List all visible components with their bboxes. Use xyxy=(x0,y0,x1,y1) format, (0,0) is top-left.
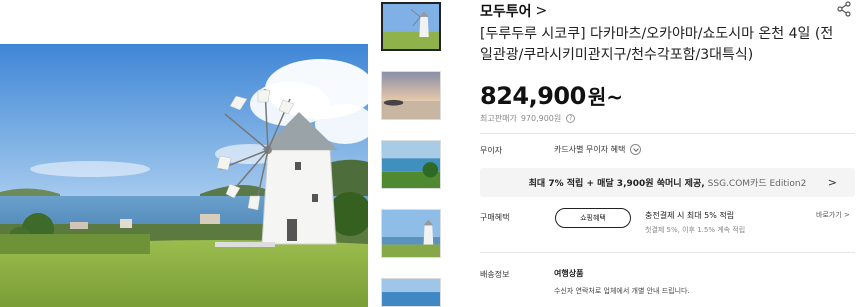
chevron-right-icon: > xyxy=(827,176,837,189)
msrp-value: 970,900원 xyxy=(520,114,562,123)
brand-link[interactable]: 모두투어 > xyxy=(480,0,547,22)
thumbnail-coast[interactable] xyxy=(381,140,441,189)
divider xyxy=(480,133,855,134)
benefit-line-2: 첫결제 5%, 이후 1.5% 계속 적립 xyxy=(645,226,746,234)
price-unit: 원~ xyxy=(587,85,623,109)
shopping-benefit-button[interactable]: 쇼핑혜택 xyxy=(555,208,631,228)
benefit-line-1: 충전결제 시 최대 5% 적립 xyxy=(645,211,735,220)
interest-benefit-text[interactable]: 카드사별 무이자 혜택 xyxy=(554,144,625,155)
interest-benefit-link[interactable]: 카드사별 무이자 혜택 xyxy=(554,144,642,155)
price-value: 824,900 xyxy=(480,82,586,110)
info-icon[interactable]: ? xyxy=(566,114,576,123)
promo-card-name: SSG.COM카드 Edition2 xyxy=(707,179,807,189)
shipping-type: 여행상품 xyxy=(554,269,584,278)
chevron-right-icon: > xyxy=(535,3,548,19)
product-main-image xyxy=(0,44,368,307)
promo-text: 최대 7% 적립 + 매달 3,900원 쑥머니 제공, xyxy=(528,179,705,189)
thumbnail-sea[interactable] xyxy=(381,278,441,307)
shipping-note: 수신자 연락처로 업체에서 개별 안내 드립니다. xyxy=(554,287,690,295)
shipping-label: 배송정보 xyxy=(480,270,510,279)
interest-label: 무이자 xyxy=(480,146,503,155)
product-title: [두루두루 시코쿠] 다카마츠/오카야마/쇼도시마 온천 4일 (전일관광/쿠라… xyxy=(480,26,834,63)
thumbnail-windmill[interactable] xyxy=(381,2,441,51)
divider xyxy=(480,252,855,253)
msrp: 최고판매가 970,900원 ? xyxy=(480,113,576,124)
brand-name[interactable]: 모두투어 xyxy=(480,1,532,21)
thumbnail-windmill-2[interactable] xyxy=(381,209,441,258)
price: 824,900 원~ xyxy=(480,81,623,110)
windmill-photo xyxy=(0,44,368,307)
thumbnail-sunset-sea[interactable] xyxy=(381,71,441,120)
share-icon[interactable] xyxy=(836,1,852,17)
view-more-link[interactable]: 바로가기 > xyxy=(816,210,850,220)
msrp-label: 최고판매가 xyxy=(480,114,517,123)
benefit-label: 구매혜택 xyxy=(480,213,510,222)
chevron-down-circle-icon[interactable] xyxy=(630,144,642,155)
product-info-panel: 모두투어 > [두루두루 시코쿠] 다카마츠/오카야마/쇼도시마 온천 4일 (… xyxy=(480,0,855,307)
card-promo-banner[interactable]: 최대 7% 적립 + 매달 3,900원 쑥머니 제공, SSG.COM카드 E… xyxy=(480,168,855,197)
